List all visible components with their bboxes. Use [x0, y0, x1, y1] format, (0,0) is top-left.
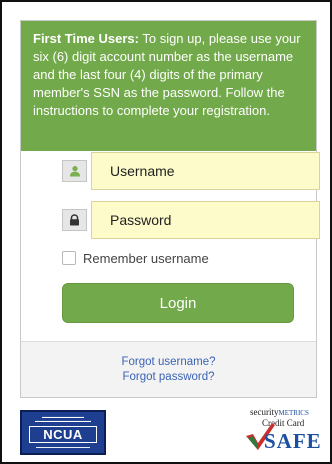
lock-icon: [62, 209, 87, 231]
ncua-bottom-print: ▬▬▬▬▬▬▬▬▬▬▬▬▬▬▬▬▬▬: [36, 445, 90, 449]
securitymetrics-badge[interactable]: securityMETRICS Credit Card SAFE: [238, 407, 322, 458]
login-panel: First Time Users: To sign up, please use…: [20, 20, 320, 398]
remember-username-label: Remember username: [83, 250, 209, 266]
login-frame: First Time Users: To sign up, please use…: [0, 0, 332, 464]
password-row: [62, 201, 320, 239]
ncua-badge[interactable]: ▬▬▬▬▬▬▬▬▬▬▬▬ ▬▬▬▬▬▬▬▬▬▬▬▬▬▬▬▬ NCUA ▬▬▬▬▬▬…: [20, 410, 106, 455]
first-time-users-notice: First Time Users: To sign up, please use…: [21, 21, 316, 151]
password-input[interactable]: [91, 201, 320, 239]
securitymetrics-brand: securityMETRICS: [250, 407, 309, 417]
username-input[interactable]: [91, 152, 320, 190]
notice-heading: First Time Users:: [33, 31, 139, 46]
remember-username-checkbox[interactable]: [62, 251, 76, 265]
username-row: [62, 152, 320, 190]
forgot-username-link[interactable]: Forgot username?: [122, 355, 216, 370]
ncua-fine-print: ▬▬▬▬▬▬▬▬▬▬▬▬ ▬▬▬▬▬▬▬▬▬▬▬▬▬▬▬▬: [35, 415, 91, 423]
ncua-label: NCUA: [29, 426, 97, 443]
user-icon: [62, 160, 87, 182]
login-button[interactable]: Login: [62, 283, 294, 323]
safe-label: SAFE: [264, 429, 322, 453]
help-links: Forgot username? Forgot password?: [21, 341, 316, 397]
forgot-password-link[interactable]: Forgot password?: [122, 370, 214, 385]
remember-username-option[interactable]: Remember username: [62, 249, 209, 267]
